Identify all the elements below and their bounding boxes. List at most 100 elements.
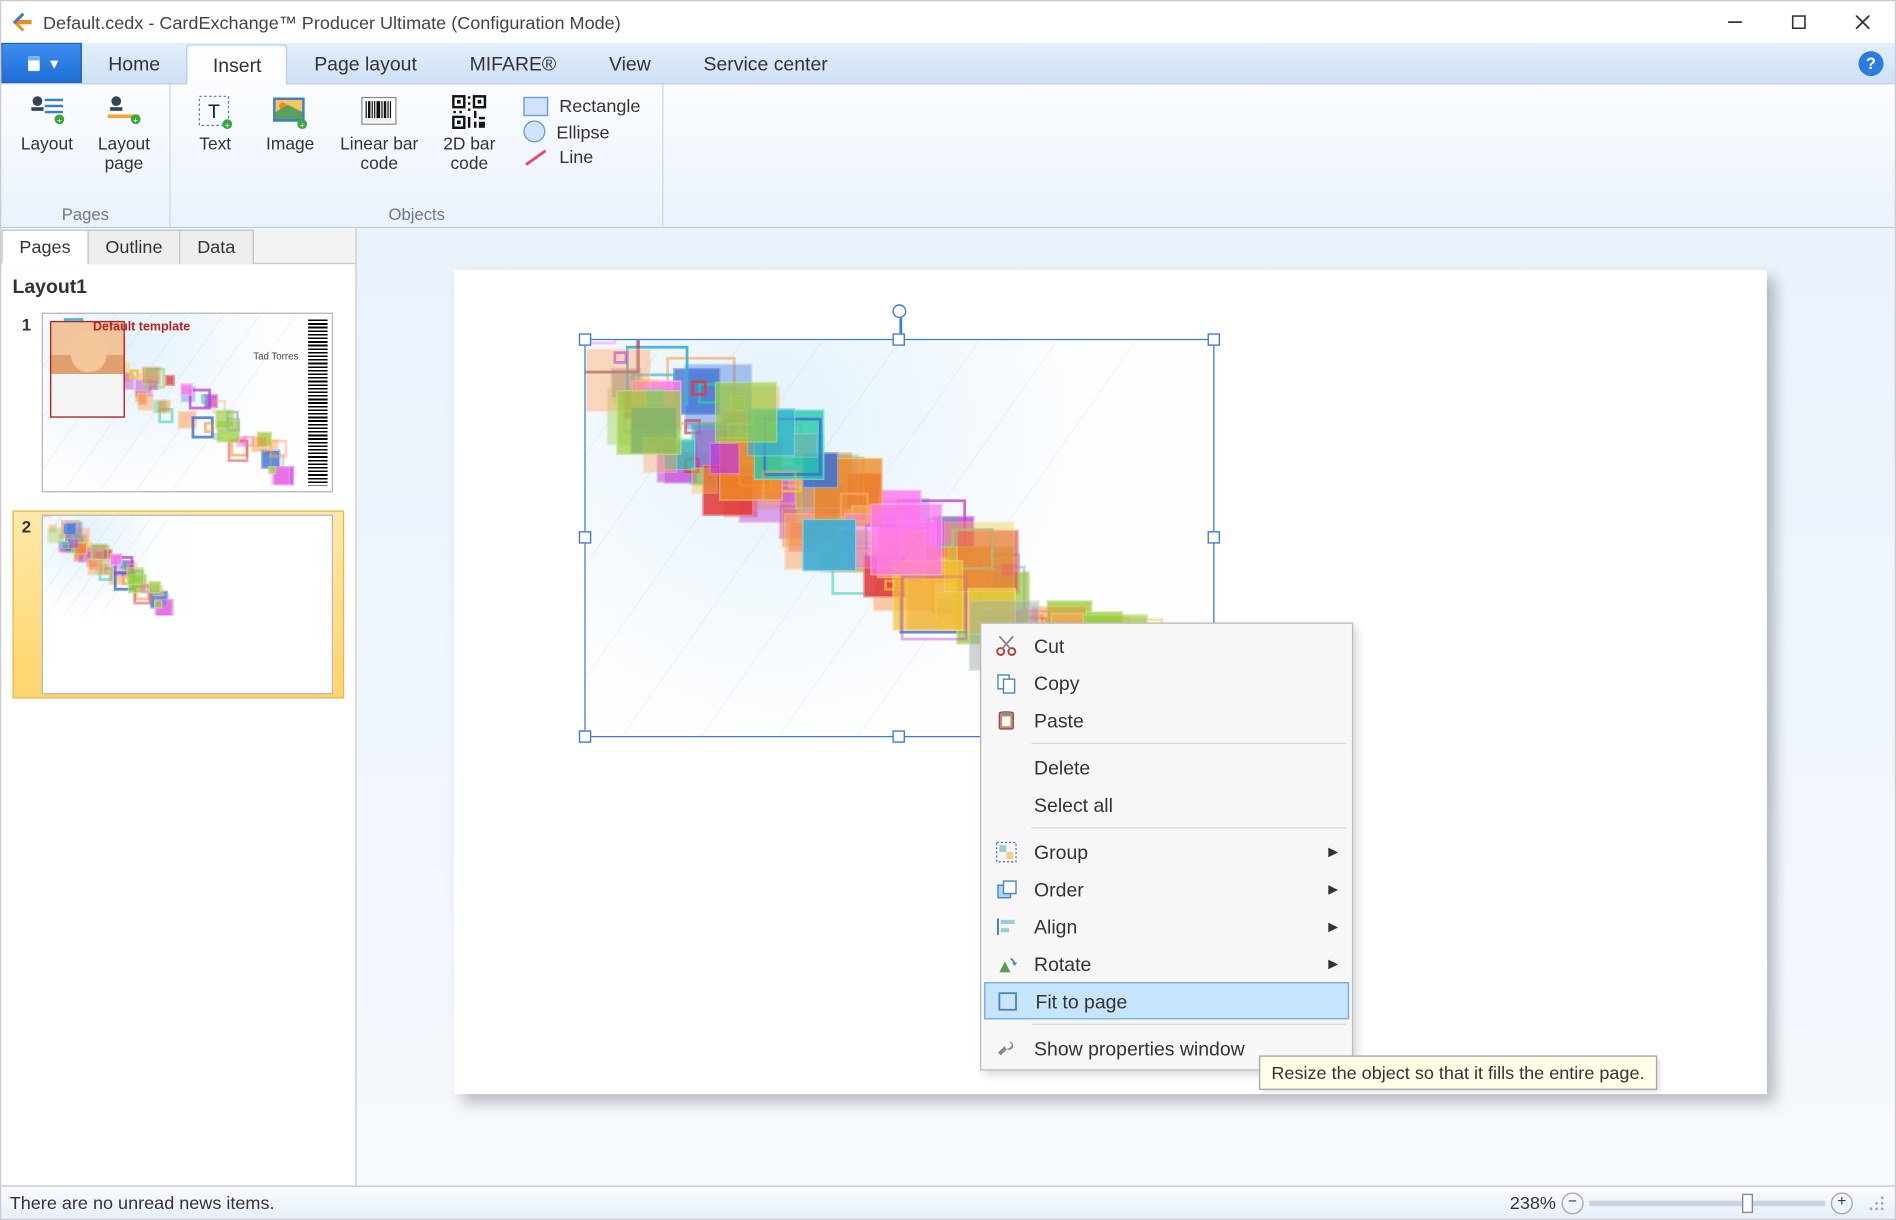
title-bar: Default.cedx - CardExchange™ Producer Ul…: [1, 1, 1894, 42]
zoom-out-button[interactable]: −: [1561, 1192, 1583, 1214]
app-window: Default.cedx - CardExchange™ Producer Ul…: [0, 0, 1896, 1220]
wrench-icon: [995, 1037, 1017, 1059]
ellipse-icon: [523, 120, 545, 142]
menu-item-rotate[interactable]: Rotate ▸: [984, 945, 1349, 982]
rectangle-shape-button[interactable]: Rectangle: [523, 95, 640, 116]
ribbon-content: + Layout + Layout page Pages T+ Text + I…: [1, 84, 1894, 228]
order-icon: [995, 878, 1017, 900]
line-icon: [523, 147, 548, 166]
page-thumbnail-2[interactable]: 2: [12, 510, 344, 698]
svg-text:+: +: [134, 115, 139, 125]
app-icon: [10, 10, 35, 35]
thumbnail-preview-2: [42, 515, 333, 695]
tab-mifare[interactable]: MIFARE®: [443, 43, 582, 83]
help-icon[interactable]: ?: [1859, 51, 1884, 76]
resize-handle-bl[interactable]: [579, 730, 591, 742]
layout-page-icon: +: [105, 93, 144, 132]
resize-handle-tm[interactable]: [892, 333, 904, 345]
qr-icon: [450, 93, 489, 132]
menu-item-select-all[interactable]: Select all: [984, 786, 1349, 823]
image-icon: +: [271, 93, 310, 132]
zoom-slider[interactable]: [1589, 1200, 1825, 1206]
menu-item-order[interactable]: Order ▸: [984, 870, 1349, 907]
template-label: Default template: [93, 320, 190, 334]
close-button[interactable]: [1831, 1, 1895, 42]
align-icon: [995, 915, 1017, 937]
main-area: Pages Outline Data Layout1 1 Default tem…: [1, 228, 1894, 1185]
linear-barcode-button[interactable]: Linear bar code: [332, 90, 427, 202]
status-bar: There are no unread news items. 238% − +: [1, 1185, 1894, 1218]
menu-item-cut[interactable]: Cut: [984, 627, 1349, 664]
group-label-objects: Objects: [389, 202, 445, 224]
tab-insert[interactable]: Insert: [186, 44, 287, 84]
paste-icon: [995, 709, 1017, 731]
submenu-arrow-icon: ▸: [1328, 840, 1338, 864]
maximize-button[interactable]: [1767, 1, 1831, 42]
tab-service-center[interactable]: Service center: [677, 43, 854, 83]
resize-handle-rm[interactable]: [1208, 531, 1220, 543]
side-panel: Pages Outline Data Layout1 1 Default tem…: [1, 228, 356, 1185]
menu-item-delete[interactable]: Delete: [984, 748, 1349, 785]
person-name-label: Tad Torres: [253, 353, 298, 363]
svg-text:+: +: [300, 120, 305, 130]
tab-view[interactable]: View: [583, 43, 678, 83]
svg-text:+: +: [57, 115, 62, 125]
photo-placeholder-icon: [50, 321, 125, 418]
side-tab-data[interactable]: Data: [179, 230, 253, 265]
submenu-arrow-icon: ▸: [1328, 952, 1338, 976]
resize-handle-lm[interactable]: [579, 531, 591, 543]
context-menu: Cut Copy Paste Delete Select all: [980, 622, 1353, 1070]
resize-grip-icon[interactable]: [1867, 1193, 1886, 1212]
tab-page-layout[interactable]: Page layout: [288, 43, 443, 83]
status-news-text: There are no unread news items.: [10, 1192, 275, 1213]
ribbon-group-objects: T+ Text + Image Linear bar code 2D bar c…: [171, 84, 664, 226]
resize-handle-tl[interactable]: [579, 333, 591, 345]
layout-icon: +: [27, 93, 66, 132]
tooltip-fit-to-page: Resize the object so that it fills the e…: [1259, 1055, 1657, 1090]
resize-handle-bm[interactable]: [892, 730, 904, 742]
side-panel-tabs: Pages Outline Data: [1, 228, 355, 264]
rotation-handle[interactable]: [892, 304, 906, 318]
page-thumbnail-1[interactable]: 1 Default template Tad Torres: [12, 308, 344, 496]
zoom-level: 238%: [1510, 1192, 1556, 1213]
file-menu-button[interactable]: ▾: [1, 43, 82, 83]
group-icon: [995, 840, 1017, 862]
submenu-arrow-icon: ▸: [1328, 877, 1338, 901]
menu-item-copy[interactable]: Copy: [984, 664, 1349, 701]
rotate-icon: [995, 952, 1017, 974]
zoom-slider-thumb[interactable]: [1742, 1193, 1753, 1212]
menu-item-group[interactable]: Group ▸: [984, 833, 1349, 870]
resize-handle-tr[interactable]: [1208, 333, 1220, 345]
tab-home[interactable]: Home: [82, 43, 187, 83]
rectangle-icon: [523, 96, 548, 115]
line-shape-button[interactable]: Line: [523, 147, 640, 168]
image-button[interactable]: + Image: [257, 90, 324, 202]
ribbon-tab-strip: ▾ Home Insert Page layout MIFARE® View S…: [1, 43, 1894, 84]
side-tab-outline[interactable]: Outline: [87, 230, 180, 265]
text-button[interactable]: T+ Text: [182, 90, 249, 202]
minimize-button[interactable]: [1703, 1, 1767, 42]
thumbnail-preview-1: Default template Tad Torres: [42, 313, 333, 493]
menu-item-fit-to-page[interactable]: Fit to page: [984, 982, 1349, 1019]
barcode-icon: [308, 320, 327, 486]
menu-item-align[interactable]: Align ▸: [984, 907, 1349, 944]
ellipse-shape-button[interactable]: Ellipse: [523, 120, 640, 142]
zoom-in-button[interactable]: +: [1831, 1192, 1853, 1214]
submenu-arrow-icon: ▸: [1328, 914, 1338, 938]
side-tab-pages[interactable]: Pages: [1, 230, 88, 265]
group-label-pages: Pages: [62, 202, 109, 224]
svg-text:T: T: [208, 101, 220, 123]
layout-title: Layout1: [12, 275, 344, 297]
layout-page-button[interactable]: + Layout page: [90, 90, 159, 202]
menu-item-paste[interactable]: Paste: [984, 701, 1349, 738]
layout-button[interactable]: + Layout: [12, 90, 81, 202]
canvas-viewport[interactable]: Cut Copy Paste Delete Select all: [357, 228, 1895, 1185]
svg-text:+: +: [225, 120, 230, 130]
text-icon: T+: [196, 93, 235, 132]
window-title: Default.cedx - CardExchange™ Producer Ul…: [43, 12, 1703, 33]
cut-icon: [995, 634, 1017, 656]
fit-to-page-icon: [997, 990, 1019, 1012]
linear-barcode-icon: [360, 93, 399, 132]
2d-barcode-button[interactable]: 2D bar code: [435, 90, 504, 202]
copy-icon: [995, 672, 1017, 694]
